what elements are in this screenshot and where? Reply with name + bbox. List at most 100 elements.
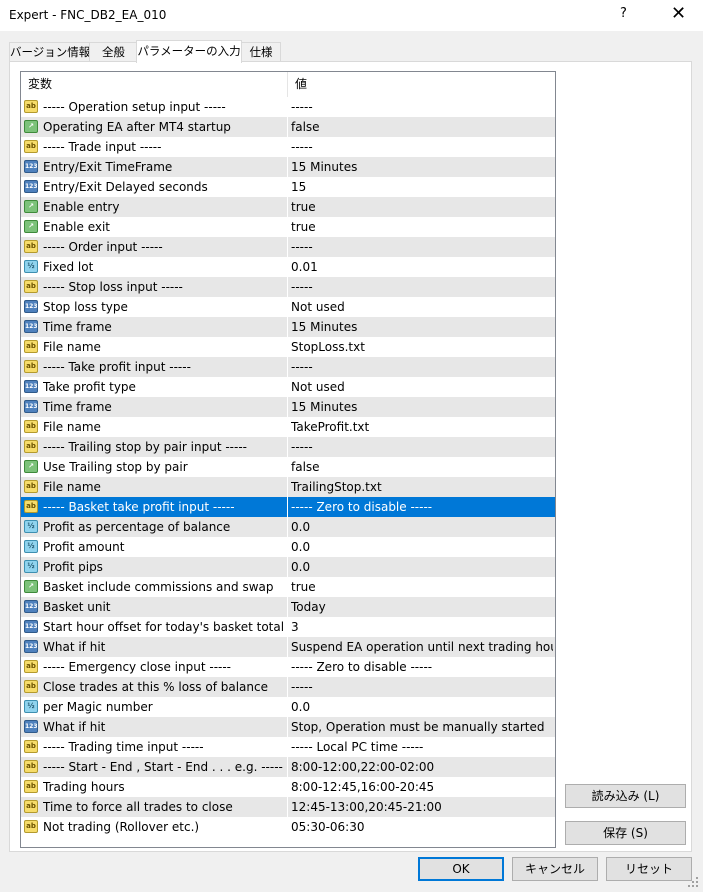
parameter-value[interactable]: Not used <box>291 297 553 317</box>
parameter-row[interactable]: 123 What if hit Stop, Operation must be ma… <box>21 717 555 737</box>
parameter-row[interactable]: ab ----- Order input ----- ----- <box>21 237 555 257</box>
parameter-row[interactable]: ↗ Operating EA after MT4 startup false <box>21 117 555 137</box>
parameter-row[interactable]: ab Close trades at this % loss of balance… <box>21 677 555 697</box>
parameter-row[interactable]: ab ----- Stop loss input ----- ----- <box>21 277 555 297</box>
parameter-value[interactable]: ----- <box>291 677 553 697</box>
parameter-value[interactable]: ----- Zero to disable ----- <box>291 657 553 677</box>
parameter-row[interactable]: ab File name TakeProfit.txt <box>21 417 555 437</box>
tab-version-info[interactable]: バージョン情報 <box>9 42 90 61</box>
parameter-row[interactable]: ab File name StopLoss.txt <box>21 337 555 357</box>
parameter-grid[interactable]: 変数 値 ab ----- Operation setup input -----… <box>20 71 556 848</box>
parameter-value[interactable]: ----- <box>291 277 553 297</box>
parameter-value[interactable]: 15 Minutes <box>291 157 553 177</box>
parameter-row[interactable]: 123 Stop loss type Not used <box>21 297 555 317</box>
parameter-value[interactable]: 15 Minutes <box>291 397 553 417</box>
parameter-name: Basket include commissions and swap <box>43 580 274 594</box>
parameter-row[interactable]: 123 Basket unit Today <box>21 597 555 617</box>
parameter-row[interactable]: ½ Profit pips 0.0 <box>21 557 555 577</box>
parameter-row[interactable]: 123 Time frame 15 Minutes <box>21 317 555 337</box>
parameter-name: ----- Take profit input ----- <box>43 360 191 374</box>
parameter-row[interactable]: ↗ Use Trailing stop by pair false <box>21 457 555 477</box>
parameter-name: ----- Stop loss input ----- <box>43 280 183 294</box>
parameter-value[interactable]: ----- <box>291 357 553 377</box>
parameter-value[interactable]: ----- <box>291 237 553 257</box>
parameter-name: Take profit type <box>43 380 136 394</box>
parameter-row[interactable]: ↗ Enable entry true <box>21 197 555 217</box>
parameter-row[interactable]: ab ----- Start - End , Start - End . . . … <box>21 757 555 777</box>
tab-general[interactable]: 全般 <box>89 42 138 61</box>
parameter-row[interactable]: ab ----- Operation setup input ----- ----- <box>21 97 555 117</box>
tab-specification[interactable]: 仕様 <box>241 42 281 61</box>
parameter-value[interactable]: ----- Zero to disable ----- <box>291 497 553 517</box>
parameter-row[interactable]: ½ Fixed lot 0.01 <box>21 257 555 277</box>
parameter-value[interactable]: 0.0 <box>291 537 553 557</box>
parameter-value[interactable]: true <box>291 577 553 597</box>
parameter-value[interactable]: 0.0 <box>291 557 553 577</box>
parameter-row[interactable]: 123 Entry/Exit TimeFrame 15 Minutes <box>21 157 555 177</box>
parameter-row[interactable]: ab ----- Take profit input ----- ----- <box>21 357 555 377</box>
parameter-value[interactable]: ----- <box>291 137 553 157</box>
parameter-value[interactable]: false <box>291 457 553 477</box>
parameter-value[interactable]: 0.01 <box>291 257 553 277</box>
parameter-row[interactable]: ↗ Enable exit true <box>21 217 555 237</box>
parameter-value[interactable]: 3 <box>291 617 553 637</box>
parameter-value[interactable]: 8:00-12:45,16:00-20:45 <box>291 777 553 797</box>
parameter-value[interactable]: 0.0 <box>291 697 553 717</box>
reset-button[interactable]: リセット <box>606 857 692 881</box>
parameter-row[interactable]: ab Trading hours 8:00-12:45,16:00-20:45 <box>21 777 555 797</box>
parameter-row[interactable]: 123 Start hour offset for today's basket … <box>21 617 555 637</box>
cell-divider <box>287 617 288 637</box>
parameter-value[interactable]: Stop, Operation must be manually started <box>291 717 553 737</box>
parameter-value[interactable]: ----- <box>291 437 553 457</box>
parameter-value[interactable]: ----- Local PC time ----- <box>291 737 553 757</box>
cell-divider <box>287 297 288 317</box>
parameter-row[interactable]: ab ----- Trailing stop by pair input ----… <box>21 437 555 457</box>
parameter-value[interactable]: 05:30-06:30 <box>291 817 553 837</box>
integer-type-icon: 123 <box>24 300 38 313</box>
parameter-value[interactable]: Not used <box>291 377 553 397</box>
parameter-value[interactable]: true <box>291 197 553 217</box>
parameter-row[interactable]: ab Not trading (Rollover etc.) 05:30-06:30 <box>21 817 555 837</box>
tab-parameters[interactable]: パラメーターの入力 <box>136 40 242 63</box>
resize-grip-icon[interactable] <box>687 876 699 888</box>
ok-button[interactable]: OK <box>418 857 504 881</box>
parameter-value[interactable]: ----- <box>291 97 553 117</box>
help-icon[interactable]: ? <box>620 6 627 21</box>
parameter-value[interactable]: Today <box>291 597 553 617</box>
parameter-value[interactable]: TakeProfit.txt <box>291 417 553 437</box>
load-button[interactable]: 読み込み (L) <box>565 784 686 808</box>
parameter-row[interactable]: ab ----- Basket take profit input ----- --… <box>21 497 555 517</box>
parameter-value[interactable]: false <box>291 117 553 137</box>
save-button[interactable]: 保存 (S) <box>565 821 686 845</box>
parameter-value[interactable]: true <box>291 217 553 237</box>
close-icon[interactable]: ✕ <box>671 3 686 24</box>
parameter-value[interactable]: 0.0 <box>291 517 553 537</box>
parameter-row[interactable]: 123 Take profit type Not used <box>21 377 555 397</box>
parameter-value[interactable]: Suspend EA operation until next trading … <box>291 637 553 657</box>
parameter-row[interactable]: 123 What if hit Suspend EA operation until… <box>21 637 555 657</box>
parameter-value[interactable]: 12:45-13:00,20:45-21:00 <box>291 797 553 817</box>
parameter-value[interactable]: 8:00-12:00,22:00-02:00 <box>291 757 553 777</box>
parameter-row[interactable]: ½ Profit amount 0.0 <box>21 537 555 557</box>
parameter-name: ----- Start - End , Start - End . . . e.… <box>43 760 283 774</box>
parameter-value[interactable]: StopLoss.txt <box>291 337 553 357</box>
column-header-variable[interactable]: 変数 <box>21 72 287 97</box>
parameter-row[interactable]: ab ----- Emergency close input ----- -----… <box>21 657 555 677</box>
parameter-row[interactable]: ↗ Basket include commissions and swap true <box>21 577 555 597</box>
parameter-value[interactable]: 15 Minutes <box>291 317 553 337</box>
parameter-row[interactable]: ab File name TrailingStop.txt <box>21 477 555 497</box>
cell-divider <box>287 517 288 537</box>
parameter-value[interactable]: TrailingStop.txt <box>291 477 553 497</box>
cell-divider <box>287 317 288 337</box>
cell-divider <box>287 397 288 417</box>
cancel-button[interactable]: キャンセル <box>512 857 598 881</box>
parameter-value[interactable]: 15 <box>291 177 553 197</box>
parameter-row[interactable]: 123 Time frame 15 Minutes <box>21 397 555 417</box>
parameter-row[interactable]: 123 Entry/Exit Delayed seconds 15 <box>21 177 555 197</box>
parameter-row[interactable]: ½ per Magic number 0.0 <box>21 697 555 717</box>
parameter-row[interactable]: ab ----- Trade input ----- ----- <box>21 137 555 157</box>
parameter-row[interactable]: ab ----- Trading time input ----- ----- Lo… <box>21 737 555 757</box>
parameter-row[interactable]: ab Time to force all trades to close 12:45… <box>21 797 555 817</box>
column-header-value[interactable]: 値 <box>288 72 555 97</box>
parameter-row[interactable]: ½ Profit as percentage of balance 0.0 <box>21 517 555 537</box>
